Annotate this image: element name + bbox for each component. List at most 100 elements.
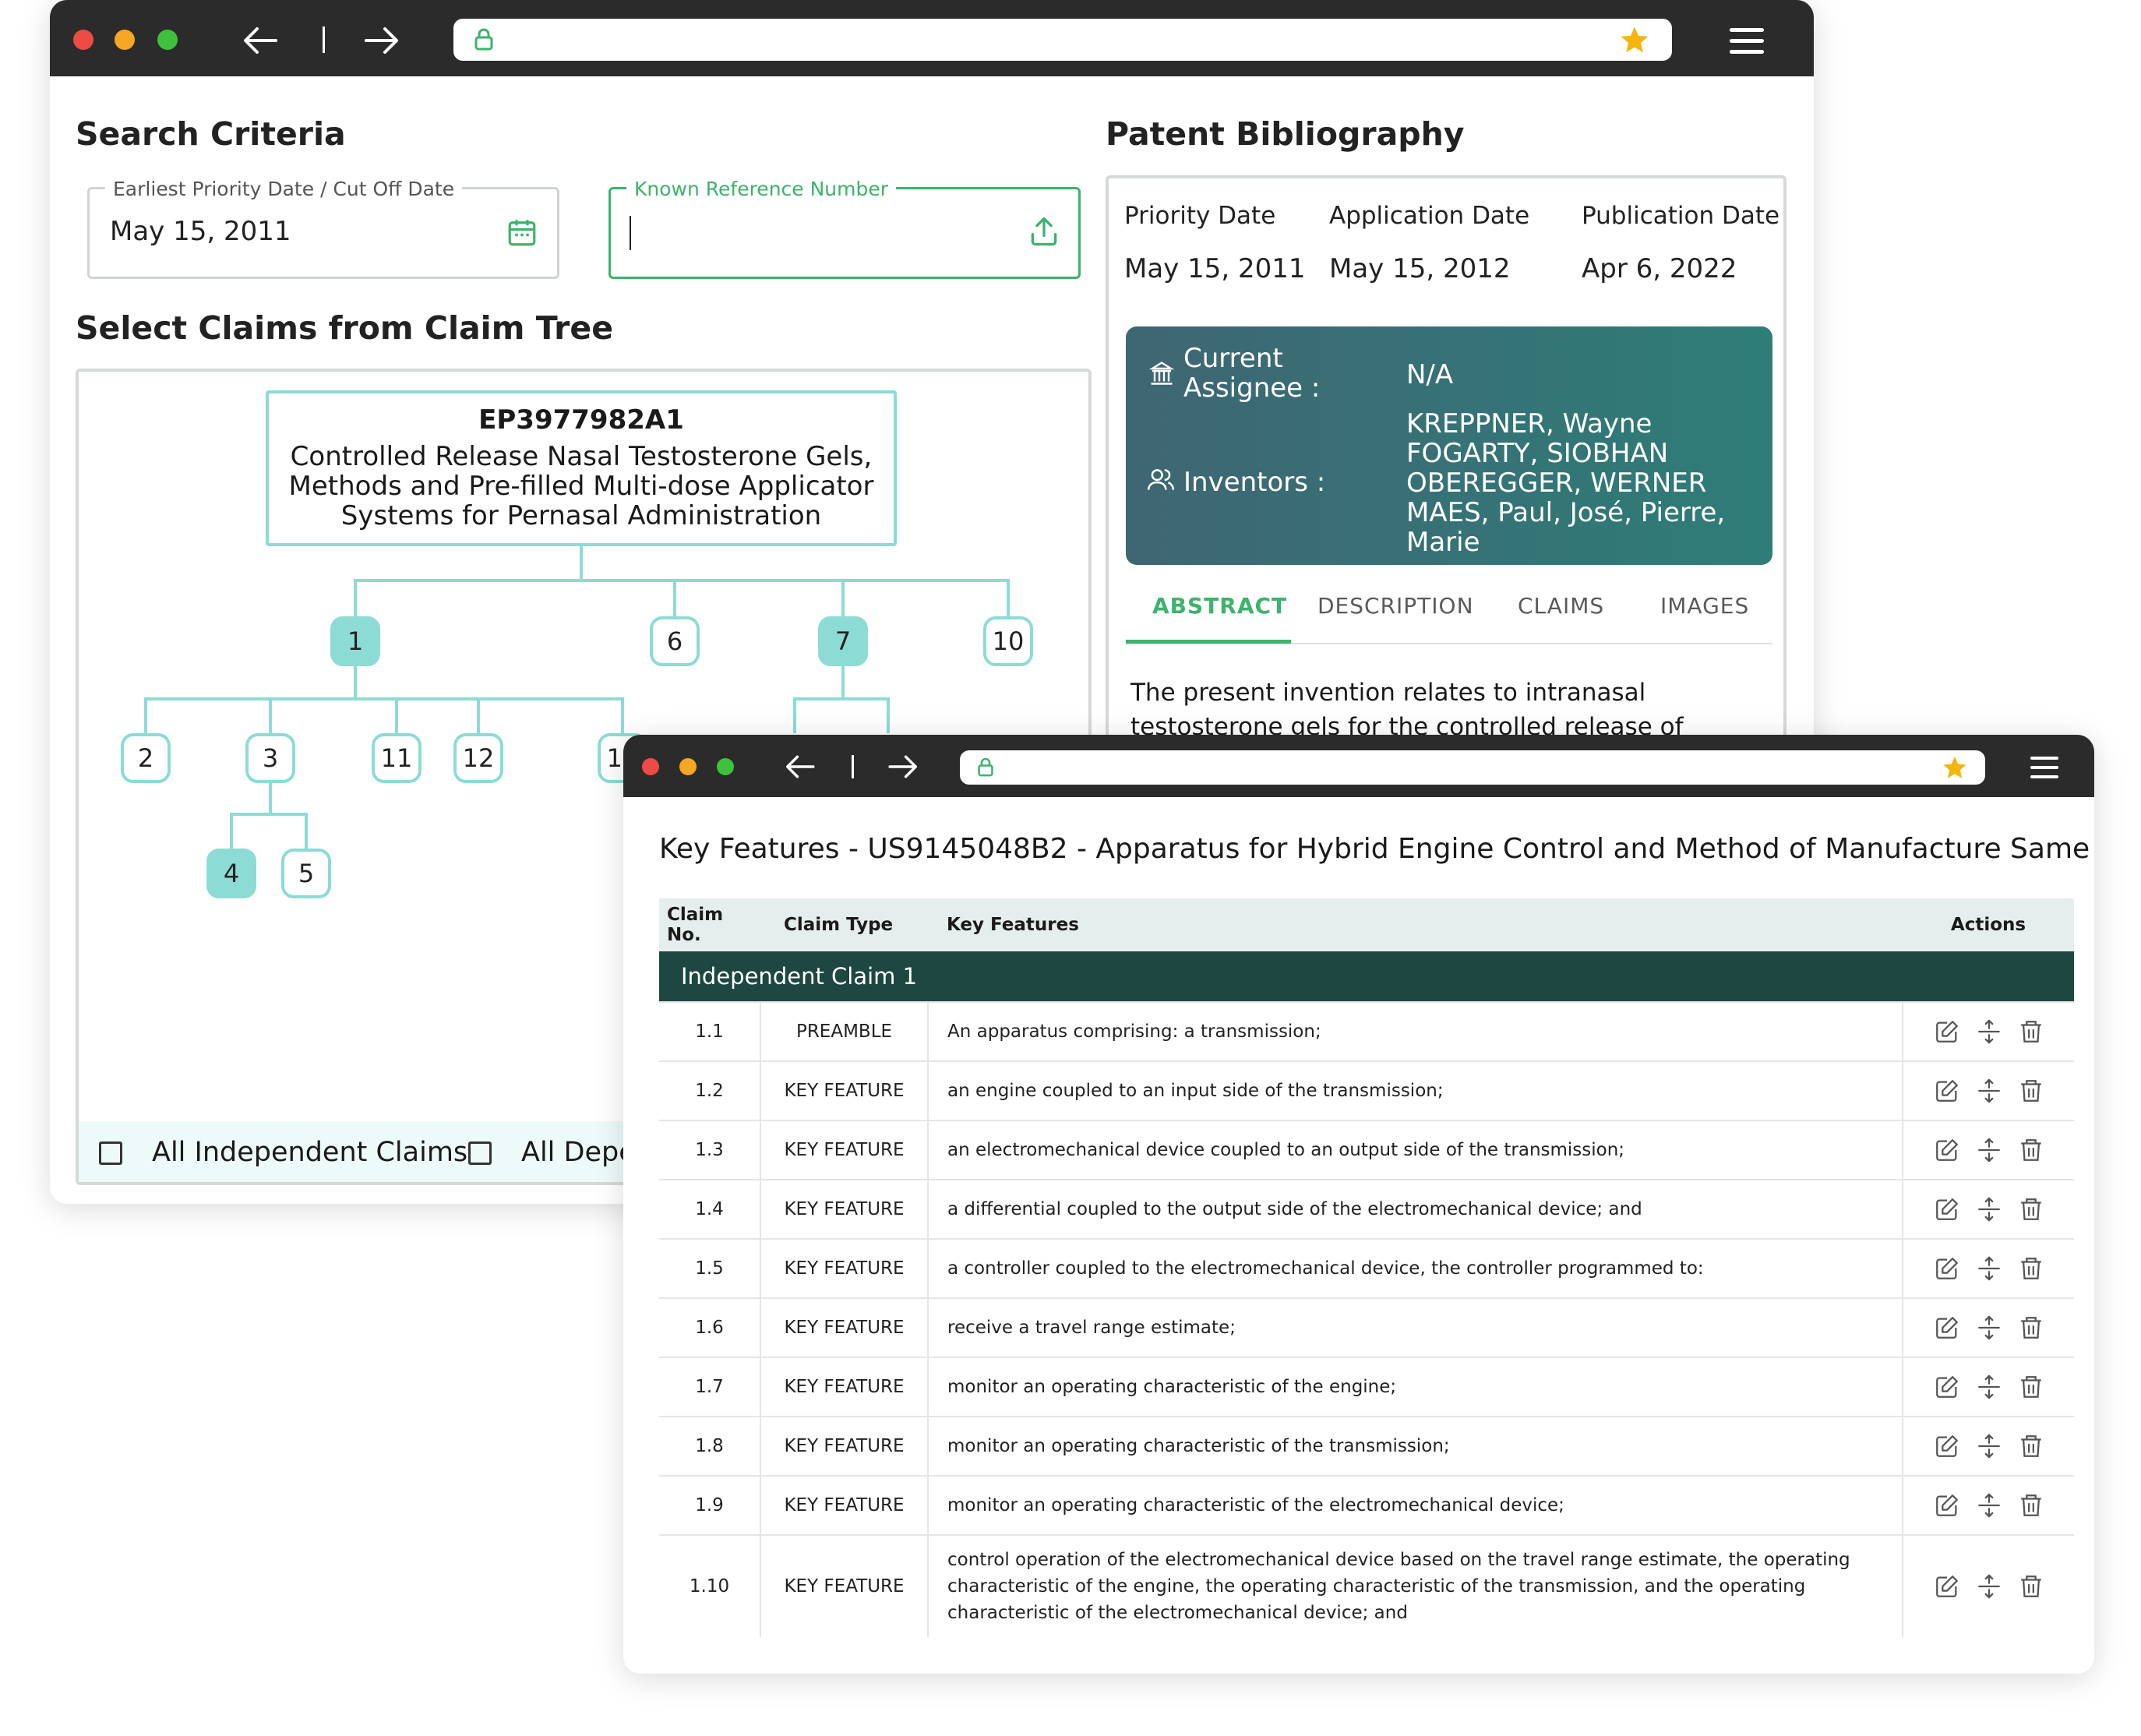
back-arrow-icon[interactable] <box>242 25 277 56</box>
key-feature-text: a controller coupled to the electromecha… <box>928 1239 1903 1298</box>
split-icon[interactable] <box>1976 1492 2002 1519</box>
trash-icon[interactable] <box>2018 1078 2044 1104</box>
claim-node-5[interactable]: 5 <box>281 849 331 898</box>
trash-icon[interactable] <box>2018 1018 2044 1045</box>
claim-node-6[interactable]: 6 <box>650 616 700 666</box>
key-feature-text: An apparatus comprising: a transmission; <box>928 1002 1903 1061</box>
tab-abstract[interactable]: ABSTRACT <box>1152 593 1287 619</box>
edit-icon[interactable] <box>1934 1374 1960 1400</box>
trash-icon[interactable] <box>2018 1573 2044 1600</box>
trash-icon[interactable] <box>2018 1374 2044 1400</box>
reference-number-field[interactable]: Known Reference Number <box>608 187 1081 279</box>
claim-tree-root[interactable]: EP3977982A1 Controlled Release Nasal Tes… <box>266 390 897 546</box>
edit-icon[interactable] <box>1934 1433 1960 1459</box>
table-row[interactable]: 1.10KEY FEATUREcontrol operation of the … <box>659 1535 2074 1637</box>
table-row[interactable]: 1.8KEY FEATUREmonitor an operating chara… <box>659 1417 2074 1476</box>
claim-node-3[interactable]: 3 <box>245 733 295 783</box>
claim-node-10[interactable]: 10 <box>983 616 1033 666</box>
trash-icon[interactable] <box>2018 1137 2044 1163</box>
trash-icon[interactable] <box>2018 1255 2044 1282</box>
col-claim-type[interactable]: Claim Type <box>760 898 928 951</box>
priority-date-field[interactable]: Earliest Priority Date / Cut Off Date Ma… <box>87 187 559 279</box>
back-arrow-icon[interactable] <box>784 753 815 780</box>
table-row[interactable]: 1.7KEY FEATUREmonitor an operating chara… <box>659 1357 2074 1417</box>
tab-claims[interactable]: CLAIMS <box>1518 593 1604 619</box>
tree-connector <box>793 697 890 700</box>
claim-number: 1.1 <box>659 1002 760 1061</box>
close-window-button[interactable] <box>642 758 659 775</box>
table-row[interactable]: 1.6KEY FEATUREreceive a travel range est… <box>659 1298 2074 1357</box>
root-patent-id: EP3977982A1 <box>269 404 894 436</box>
table-row[interactable]: 1.2KEY FEATUREan engine coupled to an in… <box>659 1061 2074 1120</box>
toolbar-divider <box>852 755 854 778</box>
minimize-window-button[interactable] <box>115 30 135 50</box>
claim-node-11[interactable]: 11 <box>372 733 421 783</box>
col-claim-no[interactable]: Claim No. <box>659 898 760 951</box>
tree-connector <box>230 813 308 816</box>
split-icon[interactable] <box>1976 1374 2002 1400</box>
edit-icon[interactable] <box>1934 1018 1960 1045</box>
close-window-button[interactable] <box>73 30 93 50</box>
col-key-features[interactable]: Key Features <box>928 898 1903 951</box>
forward-arrow-icon[interactable] <box>888 753 919 780</box>
trash-icon[interactable] <box>2018 1196 2044 1223</box>
reference-number-input[interactable] <box>630 216 631 250</box>
calendar-icon[interactable] <box>506 216 538 249</box>
menu-icon[interactable] <box>1730 28 1764 54</box>
table-row[interactable]: 1.9KEY FEATUREmonitor an operating chara… <box>659 1476 2074 1535</box>
minimize-window-button[interactable] <box>679 758 697 775</box>
split-icon[interactable] <box>1976 1018 2002 1045</box>
tree-connector <box>887 697 890 733</box>
split-icon[interactable] <box>1976 1255 2002 1282</box>
edit-icon[interactable] <box>1934 1573 1960 1600</box>
claim-number: 1.4 <box>659 1180 760 1239</box>
claim-tree-title: Select Claims from Claim Tree <box>76 309 613 347</box>
claim-number: 1.7 <box>659 1357 760 1417</box>
claim-group-row[interactable]: Independent Claim 1 <box>659 951 2074 1002</box>
table-row[interactable]: 1.4KEY FEATUREa differential coupled to … <box>659 1180 2074 1239</box>
tab-images[interactable]: IMAGES <box>1660 593 1749 619</box>
all-dependent-checkbox[interactable] <box>468 1141 492 1165</box>
edit-icon[interactable] <box>1934 1196 1960 1223</box>
edit-icon[interactable] <box>1934 1137 1960 1163</box>
edit-icon[interactable] <box>1934 1492 1960 1519</box>
tab-description[interactable]: DESCRIPTION <box>1317 593 1474 619</box>
forward-arrow-icon[interactable] <box>365 25 400 56</box>
split-icon[interactable] <box>1976 1573 2002 1600</box>
address-bar[interactable] <box>453 19 1672 61</box>
tree-connector <box>144 697 147 733</box>
all-independent-checkbox[interactable] <box>99 1141 122 1165</box>
tree-connector <box>144 697 624 700</box>
priority-date-heading: Priority Date <box>1124 202 1275 230</box>
table-row[interactable]: 1.5KEY FEATUREa controller coupled to th… <box>659 1239 2074 1298</box>
maximize-window-button[interactable] <box>717 758 734 775</box>
split-icon[interactable] <box>1976 1314 2002 1341</box>
trash-icon[interactable] <box>2018 1314 2044 1341</box>
edit-icon[interactable] <box>1934 1078 1960 1104</box>
edit-icon[interactable] <box>1934 1314 1960 1341</box>
maximize-window-button[interactable] <box>157 30 178 50</box>
claim-number: 1.8 <box>659 1417 760 1476</box>
split-icon[interactable] <box>1976 1078 2002 1104</box>
claim-node-12[interactable]: 12 <box>453 733 503 783</box>
split-icon[interactable] <box>1976 1196 2002 1223</box>
star-icon[interactable] <box>1619 24 1650 55</box>
row-actions <box>1903 1357 2074 1417</box>
claim-node-1[interactable]: 1 <box>330 616 380 666</box>
upload-icon[interactable] <box>1027 214 1061 249</box>
table-row[interactable]: 1.1PREAMBLEAn apparatus comprising: a tr… <box>659 1002 2074 1061</box>
claim-node-7[interactable]: 7 <box>818 616 868 666</box>
star-icon[interactable] <box>1942 754 1968 781</box>
split-icon[interactable] <box>1976 1137 2002 1163</box>
edit-icon[interactable] <box>1934 1255 1960 1282</box>
claim-node-2[interactable]: 2 <box>121 733 171 783</box>
menu-icon[interactable] <box>2030 757 2058 778</box>
search-criteria-title: Search Criteria <box>76 115 346 153</box>
tree-connector <box>477 697 480 733</box>
table-row[interactable]: 1.3KEY FEATUREan electromechanical devic… <box>659 1120 2074 1180</box>
trash-icon[interactable] <box>2018 1492 2044 1519</box>
address-bar[interactable] <box>960 750 1985 785</box>
trash-icon[interactable] <box>2018 1433 2044 1459</box>
split-icon[interactable] <box>1976 1433 2002 1459</box>
claim-node-4[interactable]: 4 <box>206 849 256 898</box>
